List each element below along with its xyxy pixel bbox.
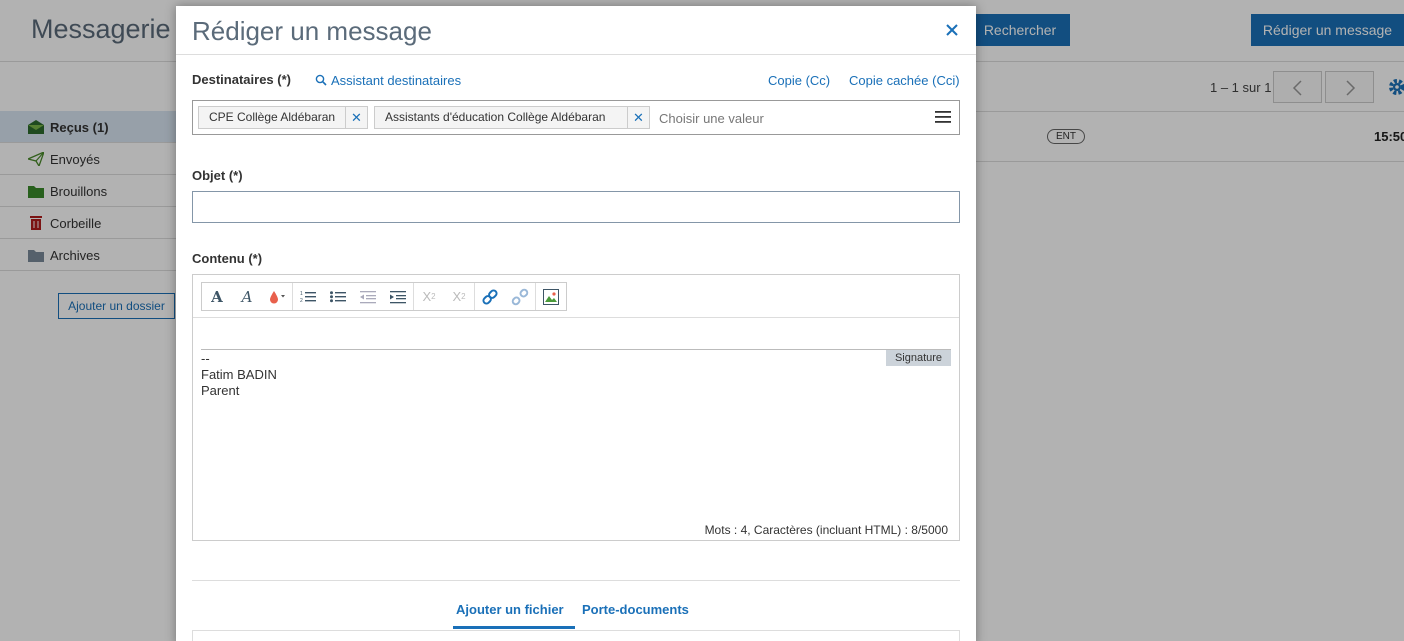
signature-divider <box>201 349 951 350</box>
image-icon[interactable] <box>536 283 566 310</box>
subject-input[interactable] <box>192 191 960 223</box>
svg-text:2: 2 <box>300 298 303 304</box>
subject-label: Objet (*) <box>192 168 243 183</box>
outdent-icon[interactable] <box>353 283 383 310</box>
recipients-field[interactable]: CPE Collège Aldébaran ✕ Assistants d'édu… <box>192 100 960 135</box>
signature-badge: Signature <box>886 350 951 366</box>
section-divider <box>192 580 960 581</box>
toolbar-divider <box>193 317 959 318</box>
signature-line: Parent <box>201 383 240 398</box>
ordered-list-icon[interactable]: 12 <box>293 283 323 310</box>
character-counter: Mots : 4, Caractères (incluant HTML) : 8… <box>704 523 948 537</box>
superscript-icon[interactable]: X2 <box>444 283 474 310</box>
indent-icon[interactable] <box>383 283 413 310</box>
editor-toolbar: A A 12 X2 X 2 <box>201 282 567 311</box>
signature-line: Fatim BADIN <box>201 367 277 382</box>
rich-text-editor[interactable]: A A 12 X2 X 2 Signature -- Fatim BADIN P… <box>192 274 960 541</box>
tab-add-file[interactable]: Ajouter un fichier <box>456 602 564 617</box>
attachment-area <box>192 630 960 641</box>
search-icon <box>315 74 327 86</box>
compose-dialog: Rédiger un message Destinataires (*) Ass… <box>176 6 976 641</box>
tab-documents[interactable]: Porte-documents <box>582 602 689 617</box>
recipients-label: Destinataires (*) <box>192 72 291 87</box>
font-style-icon[interactable]: A <box>202 283 232 310</box>
remove-chip-icon[interactable]: ✕ <box>627 107 649 128</box>
signature-line: -- <box>201 351 210 366</box>
menu-icon[interactable] <box>935 110 951 124</box>
close-icon[interactable] <box>944 22 960 38</box>
dialog-divider <box>176 54 976 55</box>
subscript-icon[interactable]: X2 <box>414 283 444 310</box>
assistant-recipients-link[interactable]: Assistant destinataires <box>331 73 461 88</box>
link-icon[interactable] <box>475 283 505 310</box>
recipient-chip-label: CPE Collège Aldébaran <box>209 110 336 124</box>
recipients-placeholder[interactable]: Choisir une valeur <box>659 111 764 126</box>
text-color-icon[interactable] <box>262 283 292 310</box>
recipient-chip-label: Assistants d'éducation Collège Aldébaran <box>385 110 606 124</box>
remove-chip-icon[interactable]: ✕ <box>345 107 367 128</box>
active-tab-indicator <box>453 626 575 629</box>
font-family-icon[interactable]: A <box>232 283 262 310</box>
unlink-icon[interactable] <box>505 283 535 310</box>
bullet-list-icon[interactable] <box>323 283 353 310</box>
dialog-title: Rédiger un message <box>192 16 432 46</box>
svg-text:1: 1 <box>300 291 303 297</box>
recipient-chip: Assistants d'éducation Collège Aldébaran… <box>374 106 650 129</box>
cc-link[interactable]: Copie (Cc) <box>768 73 830 88</box>
recipient-chip: CPE Collège Aldébaran ✕ <box>198 106 368 129</box>
bcc-link[interactable]: Copie cachée (Cci) <box>849 73 960 88</box>
content-label: Contenu (*) <box>192 251 263 266</box>
